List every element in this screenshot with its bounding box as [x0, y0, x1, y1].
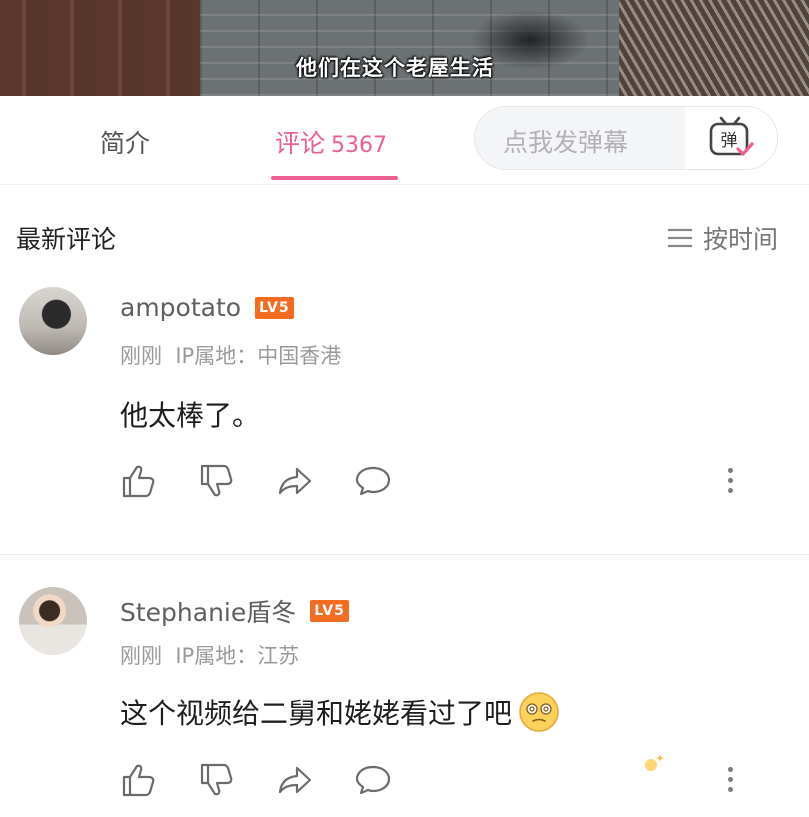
- dislike-button[interactable]: [198, 761, 235, 798]
- like-button[interactable]: [120, 761, 157, 798]
- danmaku-placeholder: 点我发弹幕: [503, 128, 629, 157]
- comment-meta: 刚刚 IP属地：中国香港: [120, 340, 341, 370]
- comment-text-content: 他太棒了。: [120, 399, 261, 432]
- like-button[interactable]: [120, 462, 157, 499]
- comment-ip-location: IP属地：中国香港: [175, 344, 342, 368]
- sort-lines-icon: [667, 228, 692, 248]
- danmaku-tv-icon: 弹: [709, 116, 754, 156]
- avatar[interactable]: [19, 587, 87, 655]
- thumbs-down-icon: [200, 464, 232, 496]
- more-vertical-icon[interactable]: [718, 759, 742, 799]
- comment-ip-location: IP属地：江苏: [175, 644, 300, 668]
- sort-button[interactable]: 按时间: [667, 220, 778, 256]
- share-icon: [278, 467, 311, 494]
- comment-user: ampotato LV5: [120, 293, 294, 322]
- more-vertical-icon[interactable]: [718, 460, 742, 500]
- comment-actions: [120, 462, 432, 499]
- thumbs-up-icon: [122, 465, 154, 497]
- share-button[interactable]: [276, 761, 313, 798]
- sort-label: 按时间: [702, 225, 778, 254]
- comment-actions: [120, 761, 432, 798]
- danmaku-icon-text: 弹: [721, 131, 738, 151]
- tab-comments-label: 评论: [275, 129, 326, 158]
- danmaku-toggle-button[interactable]: 弹: [685, 107, 777, 169]
- tab-comments-count: 5367: [331, 133, 388, 158]
- video-subtitle: 他们在这个老屋生活: [296, 56, 494, 80]
- username[interactable]: Stephanie盾冬: [120, 593, 296, 629]
- comment-icon: [355, 765, 390, 794]
- comment-icon: [355, 466, 390, 495]
- comment-meta: 刚刚 IP属地：江苏: [120, 640, 299, 670]
- share-button[interactable]: [276, 462, 313, 499]
- comments-header: 最新评论 按时间: [0, 184, 809, 288]
- share-icon: [278, 766, 311, 793]
- thumbs-up-icon: [122, 764, 154, 796]
- thumbs-down-icon: [200, 763, 232, 795]
- avatar[interactable]: [19, 287, 87, 355]
- sparkle-icon: [645, 754, 664, 771]
- comment-user: Stephanie盾冬 LV5: [120, 593, 349, 629]
- dizzy-face-emoji-icon: [519, 692, 559, 732]
- video-player[interactable]: 他们在这个老屋生活: [0, 0, 809, 96]
- username[interactable]: ampotato: [120, 293, 241, 322]
- comment-time: 刚刚: [120, 344, 162, 368]
- danmaku-input[interactable]: 点我发弹幕 弹: [474, 106, 778, 170]
- comments-header-title: 最新评论: [16, 225, 117, 254]
- comment-text: 他太棒了。: [120, 394, 260, 434]
- tab-comments[interactable]: 评论 5367: [275, 124, 387, 160]
- level-badge: LV5: [310, 600, 349, 622]
- comment-text-content: 这个视频给二舅和姥姥看过了吧: [120, 697, 513, 730]
- comment-time: 刚刚: [120, 644, 162, 668]
- tab-active-indicator: [271, 176, 398, 180]
- tab-bar: 简介 评论 5367 点我发弹幕 弹: [0, 96, 809, 185]
- reply-button[interactable]: [354, 462, 391, 499]
- tab-intro[interactable]: 简介: [100, 124, 150, 160]
- comment-text: 这个视频给二舅和姥姥看过了吧: [120, 691, 560, 733]
- comment-divider: [0, 554, 809, 555]
- reply-button[interactable]: [354, 761, 391, 798]
- level-badge: LV5: [255, 296, 294, 319]
- dislike-button[interactable]: [198, 462, 235, 499]
